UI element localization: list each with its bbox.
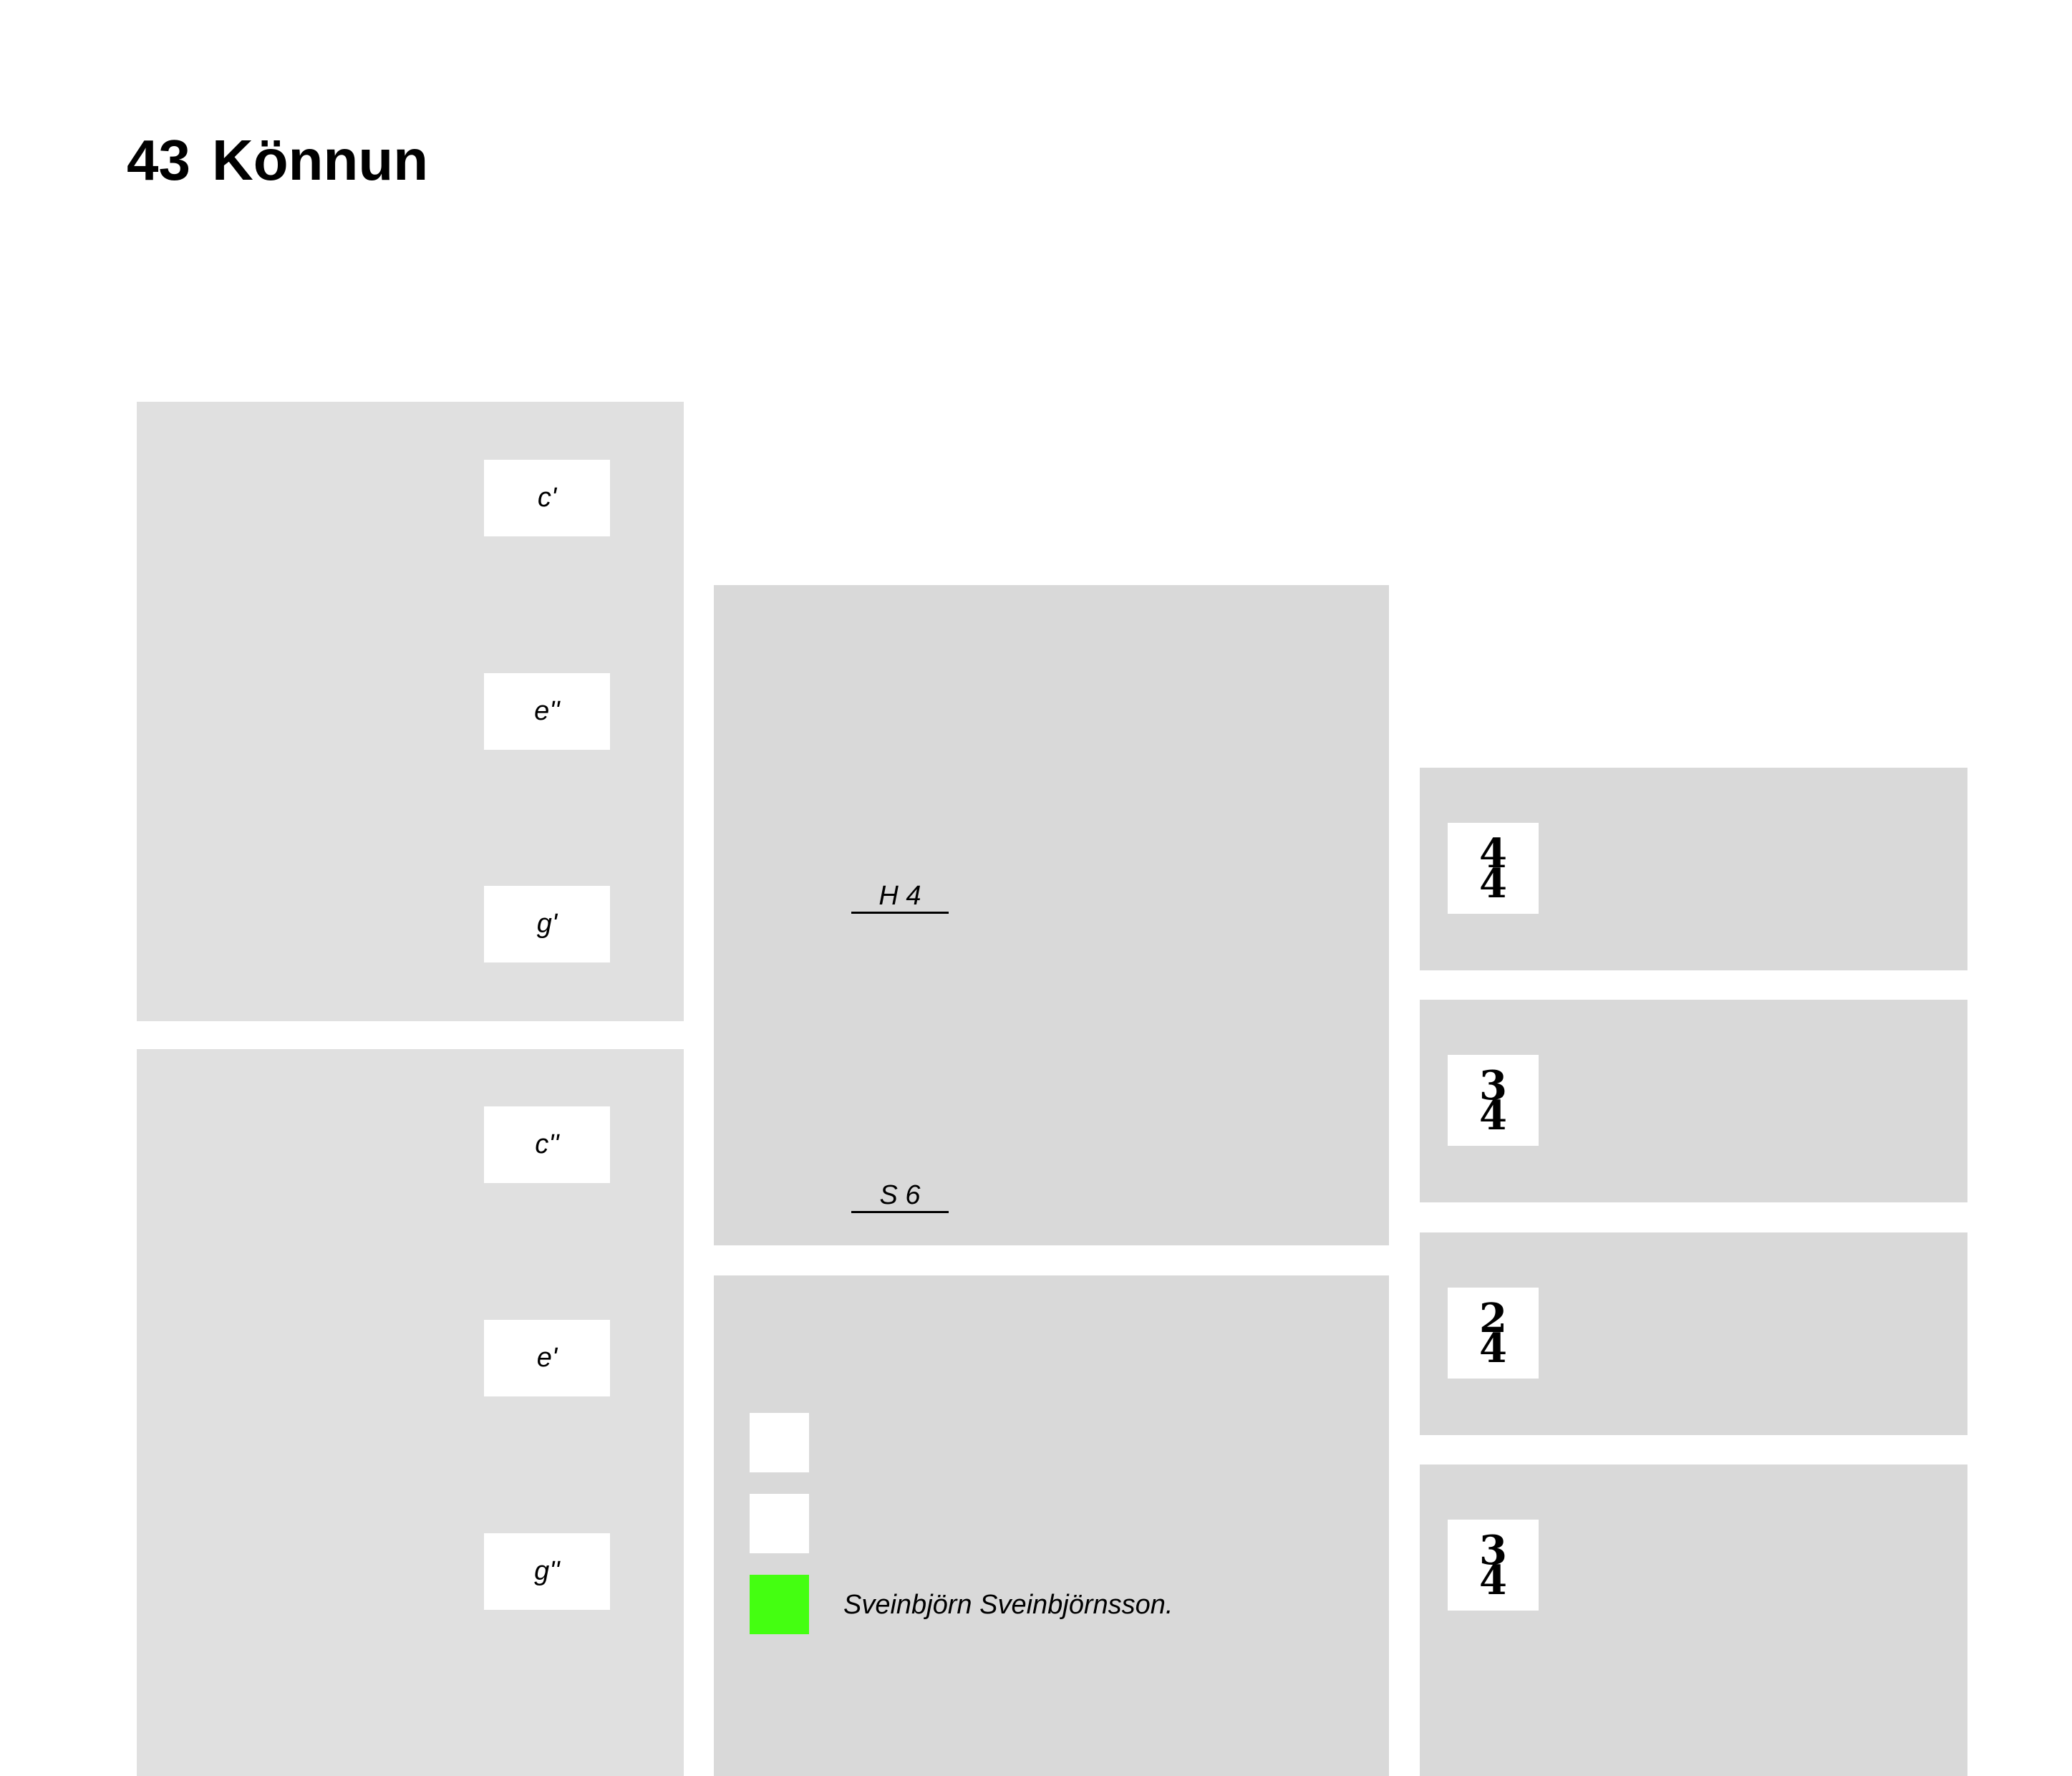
legend-swatch-empty[interactable] [750, 1413, 809, 1472]
legend-swatch-selected[interactable] [750, 1575, 809, 1634]
time-signature-panel: 3 4 [1420, 1000, 1967, 1202]
pitch-note-box[interactable]: g'' [484, 1533, 610, 1610]
time-signature-bottom: 4 [1479, 1091, 1507, 1139]
composer-name: Sveinbjörn Sveinbjörnsson. [843, 1590, 1173, 1620]
time-signature-bottom: 4 [1479, 859, 1507, 907]
pitch-panel-1: c' e'' g' [137, 402, 684, 1021]
pitch-note-box[interactable]: g' [484, 886, 610, 962]
pitch-note-label: c' [537, 483, 557, 513]
pitch-panel-2: c'' e' g'' [137, 1049, 684, 1776]
time-signature-panel: 4 4 [1420, 768, 1967, 970]
pitch-note-label: g' [536, 909, 558, 939]
page-title-number: 43 [127, 128, 190, 192]
range-panel: H 4 S 6 [714, 585, 1389, 1245]
time-signature-box[interactable]: 4 4 [1448, 823, 1539, 914]
time-signature-box[interactable]: 3 4 [1448, 1055, 1539, 1146]
page-title: 43 Könnun [127, 127, 428, 193]
pitch-note-label: e'' [534, 696, 560, 726]
time-signature-panel: 3 4 [1420, 1464, 1967, 1776]
pitch-note-box[interactable]: c'' [484, 1106, 610, 1183]
pitch-note-box[interactable]: e'' [484, 673, 610, 750]
time-signature-bottom: 4 [1479, 1556, 1507, 1604]
legend-swatch-empty[interactable] [750, 1494, 809, 1553]
pitch-note-label: e' [536, 1343, 558, 1373]
page-title-text: Könnun [211, 128, 429, 192]
pitch-note-label: c'' [535, 1129, 559, 1159]
time-signature-panel: 2 4 [1420, 1232, 1967, 1435]
range-marker-upper: H 4 [851, 880, 949, 914]
pitch-note-label: g'' [534, 1556, 560, 1586]
pitch-note-box[interactable]: c' [484, 460, 610, 536]
time-signature-bottom: 4 [1479, 1324, 1507, 1372]
legend-panel: Sveinbjörn Sveinbjörnsson. [714, 1275, 1389, 1776]
range-marker-lower: S 6 [851, 1179, 949, 1213]
time-signature-box[interactable]: 3 4 [1448, 1520, 1539, 1611]
pitch-note-box[interactable]: e' [484, 1320, 610, 1396]
time-signature-box[interactable]: 2 4 [1448, 1288, 1539, 1379]
